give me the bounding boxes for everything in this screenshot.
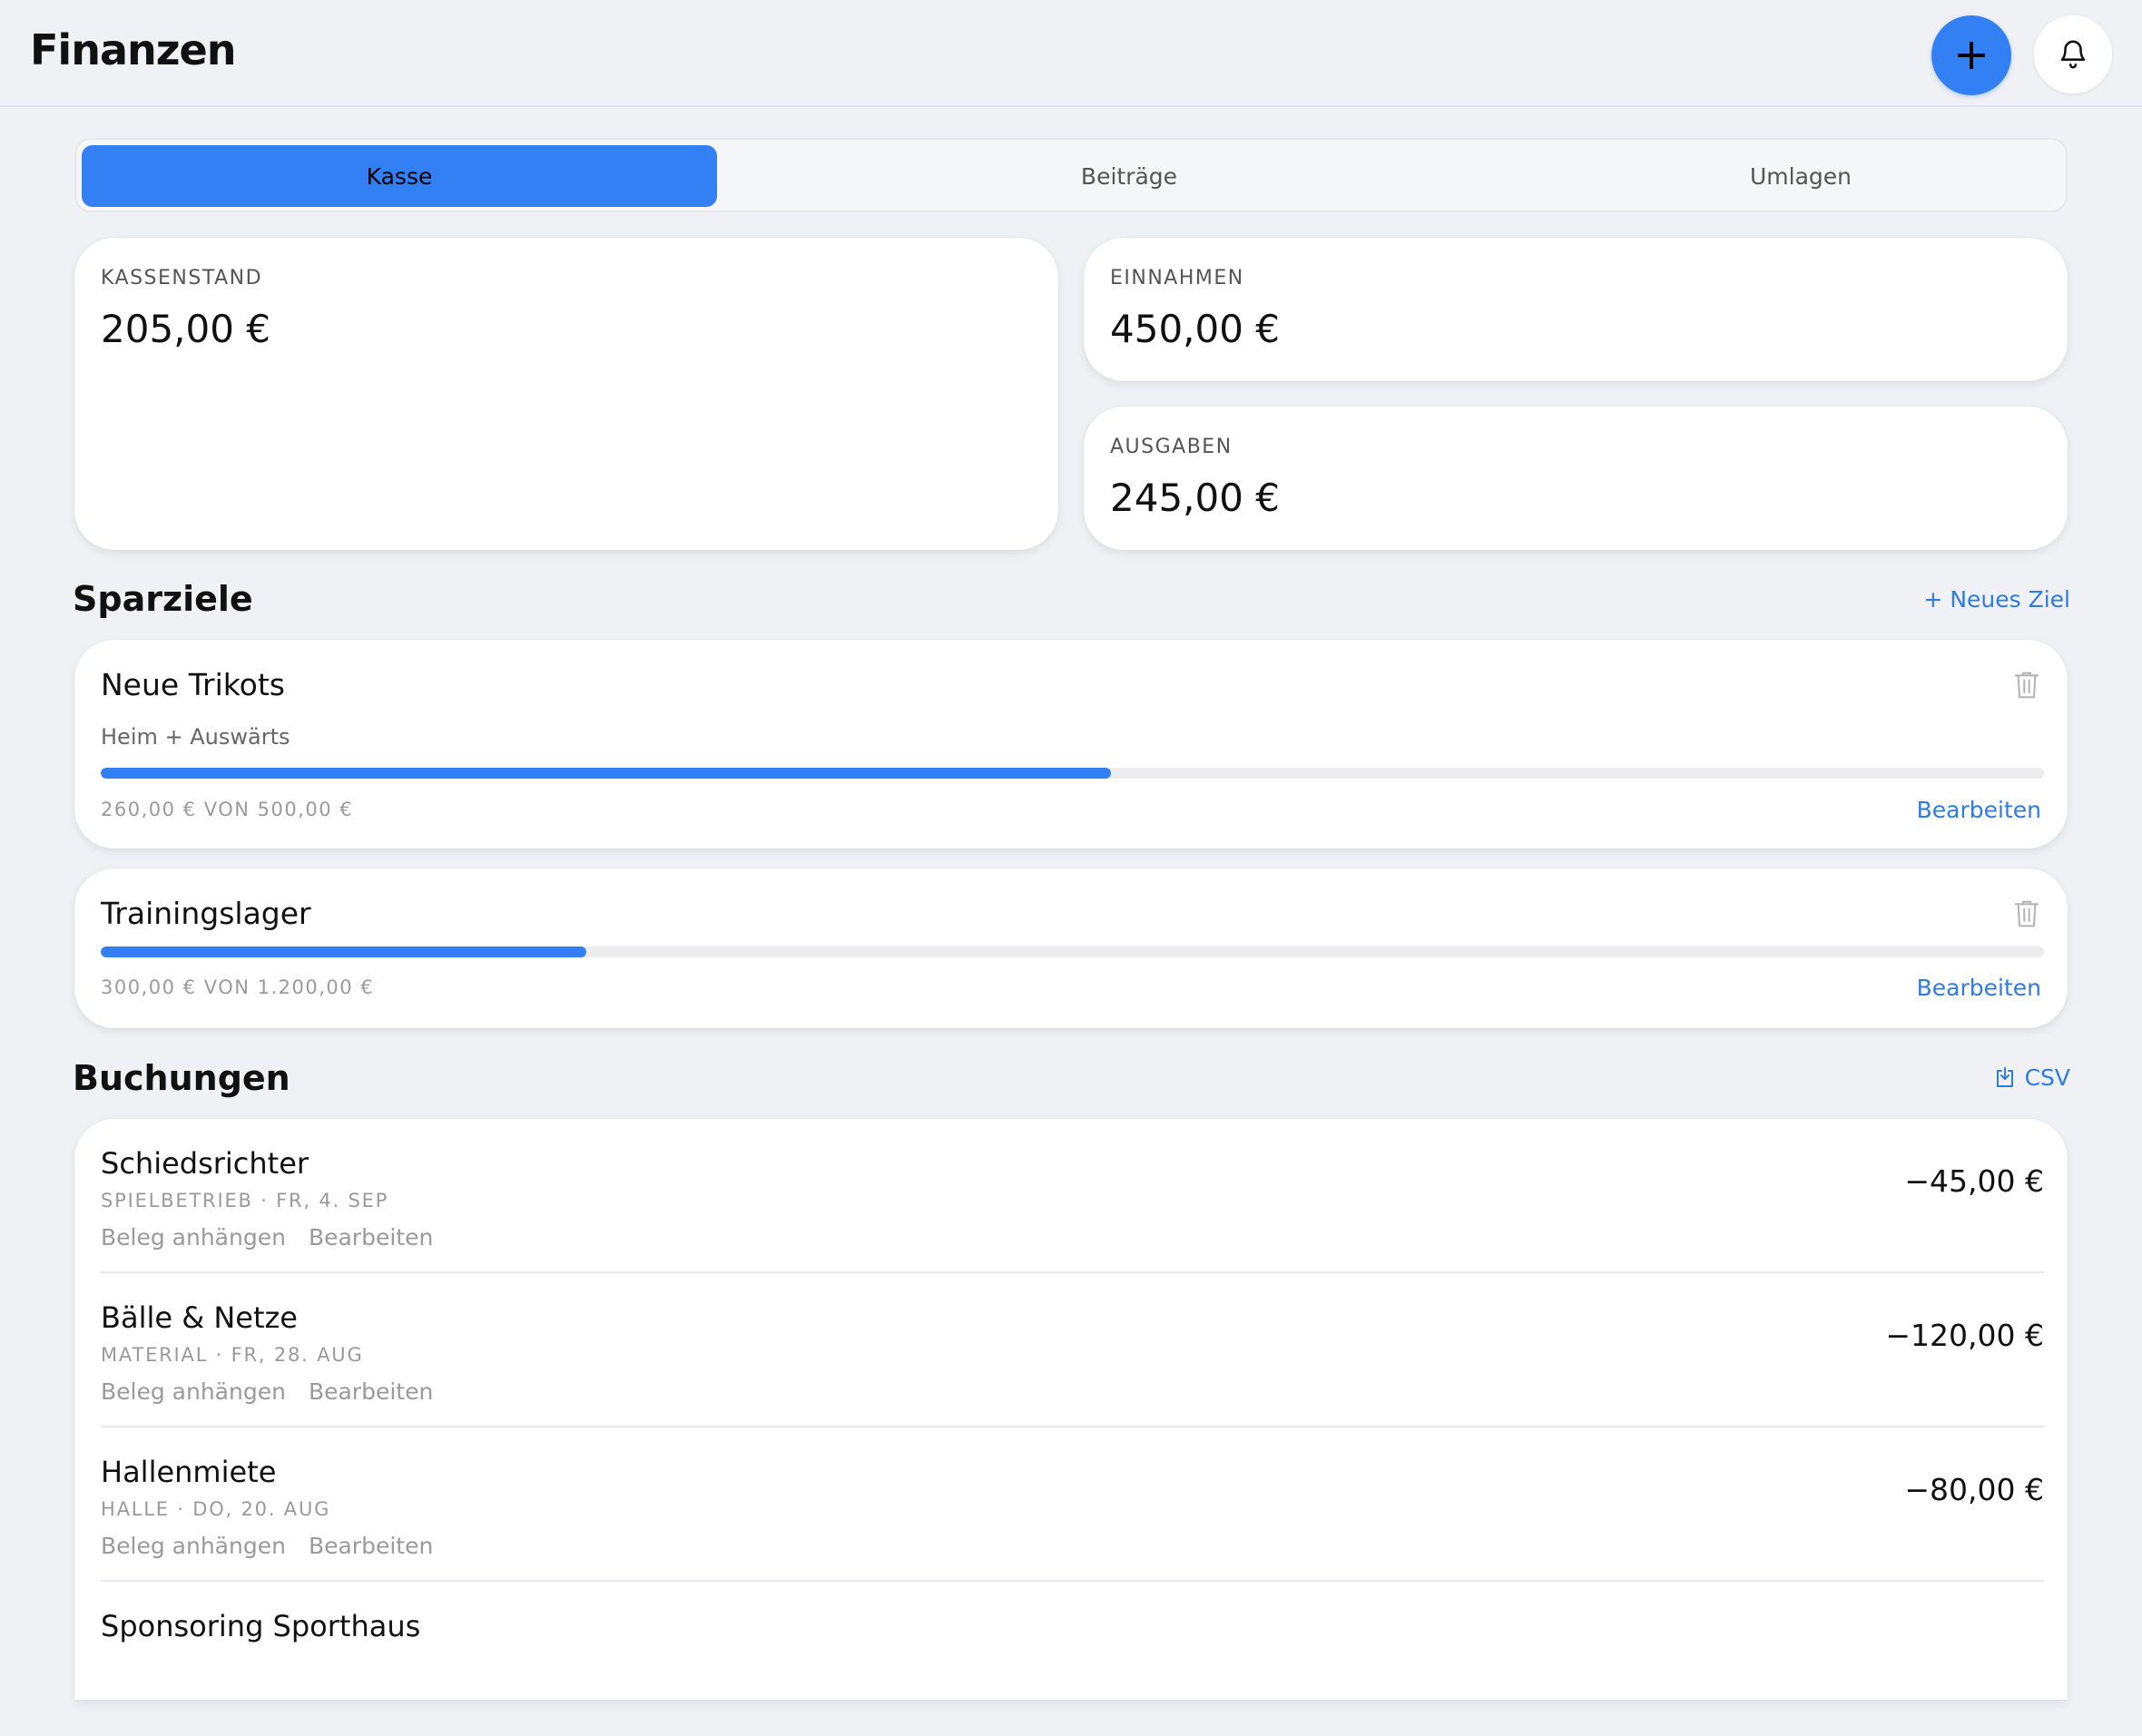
delete-goal-button[interactable]	[2012, 897, 2041, 930]
tab-umlagen[interactable]: Umlagen	[1465, 145, 2137, 207]
bell-icon	[2060, 40, 2086, 69]
csv-label: CSV	[2024, 1064, 2070, 1091]
delete-goal-button[interactable]	[2012, 669, 2041, 701]
goal-name: Trainingslager	[101, 896, 311, 931]
edit-booking-button[interactable]: Bearbeiten	[309, 1533, 433, 1559]
goal-card: Trainingslager 300,00 € VON 1.200,00 € B…	[74, 868, 2068, 1028]
booking-name: Schiedsrichter	[101, 1146, 310, 1181]
goal-card: Neue Trikots Heim + Auswärts 260,00 € VO…	[74, 640, 2068, 848]
attach-receipt-button[interactable]: Beleg anhängen	[101, 1533, 286, 1559]
income-value: 450,00 €	[1110, 307, 1281, 351]
goal-progress-bar	[101, 946, 2044, 957]
income-card: EINNAHMEN 450,00 €	[1084, 238, 2068, 381]
attach-receipt-button[interactable]: Beleg anhängen	[101, 1378, 286, 1405]
attach-receipt-button[interactable]: Beleg anhängen	[101, 1224, 286, 1251]
new-goal-button[interactable]: + Neues Ziel	[1923, 586, 2070, 613]
bookings-list: Schiedsrichter SPIELBETRIEB · FR, 4. SEP…	[74, 1119, 2068, 1700]
booking-meta: MATERIAL · FR, 28. AUG	[101, 1344, 364, 1366]
booking-row: Sponsoring Sporthaus	[101, 1582, 2044, 1736]
new-goal-label: + Neues Ziel	[1923, 586, 2070, 613]
booking-meta: HALLE · DO, 20. AUG	[101, 1498, 331, 1520]
trash-icon	[2014, 672, 2039, 699]
booking-amount: −120,00 €	[1885, 1318, 2044, 1353]
expenses-label: AUSGABEN	[1110, 436, 1233, 458]
tab-kasse[interactable]: Kasse	[82, 145, 717, 207]
tab-beitraege[interactable]: Beiträge	[793, 145, 1465, 207]
download-icon	[1996, 1066, 2013, 1087]
edit-booking-button[interactable]: Bearbeiten	[309, 1378, 433, 1405]
goal-description: Heim + Auswärts	[101, 724, 290, 750]
booking-meta: SPIELBETRIEB · FR, 4. SEP	[101, 1190, 389, 1211]
balance-label: KASSENSTAND	[101, 267, 263, 289]
app-header: Finanzen	[0, 0, 2142, 107]
edit-booking-button[interactable]: Bearbeiten	[309, 1224, 433, 1251]
add-button[interactable]	[1931, 15, 2011, 95]
booking-amount: −80,00 €	[1904, 1472, 2044, 1507]
goal-amount: 260,00 € VON 500,00 €	[101, 799, 354, 820]
csv-export-button[interactable]: CSV	[1994, 1064, 2070, 1091]
goal-name: Neue Trikots	[101, 667, 285, 702]
booking-actions: Beleg anhängen Bearbeiten	[101, 1533, 433, 1559]
edit-goal-button[interactable]: Bearbeiten	[1917, 975, 2041, 1001]
booking-amount: −45,00 €	[1904, 1163, 2044, 1199]
booking-row: Bälle & Netze MATERIAL · FR, 28. AUG Bel…	[101, 1273, 2044, 1427]
page-title: Finanzen	[30, 25, 236, 74]
booking-row: Hallenmiete HALLE · DO, 20. AUG Beleg an…	[101, 1427, 2044, 1582]
balance-value: 205,00 €	[101, 307, 271, 351]
notifications-button[interactable]	[2034, 15, 2112, 93]
booking-name: Hallenmiete	[101, 1455, 277, 1489]
expenses-card: AUSGABEN 245,00 €	[1084, 407, 2068, 550]
income-label: EINNAHMEN	[1110, 267, 1244, 289]
goal-amount: 300,00 € VON 1.200,00 €	[101, 976, 375, 998]
goal-progress-bar	[101, 768, 2044, 779]
finance-tabs: Kasse Beiträge Umlagen	[74, 138, 2068, 212]
goals-section-title: Sparziele	[73, 579, 253, 619]
booking-row: Schiedsrichter SPIELBETRIEB · FR, 4. SEP…	[101, 1119, 2044, 1273]
booking-actions: Beleg anhängen Bearbeiten	[101, 1378, 433, 1405]
booking-name: Sponsoring Sporthaus	[101, 1609, 421, 1643]
trash-icon	[2014, 900, 2039, 927]
booking-actions: Beleg anhängen Bearbeiten	[101, 1224, 433, 1251]
edit-goal-button[interactable]: Bearbeiten	[1917, 797, 2041, 823]
balance-card: KASSENSTAND 205,00 €	[74, 238, 1058, 550]
goal-progress-fill	[101, 768, 1112, 779]
goal-progress-fill	[101, 946, 587, 957]
booking-name: Bälle & Netze	[101, 1300, 298, 1335]
bookings-section-title: Buchungen	[73, 1058, 290, 1098]
expenses-value: 245,00 €	[1110, 476, 1281, 520]
